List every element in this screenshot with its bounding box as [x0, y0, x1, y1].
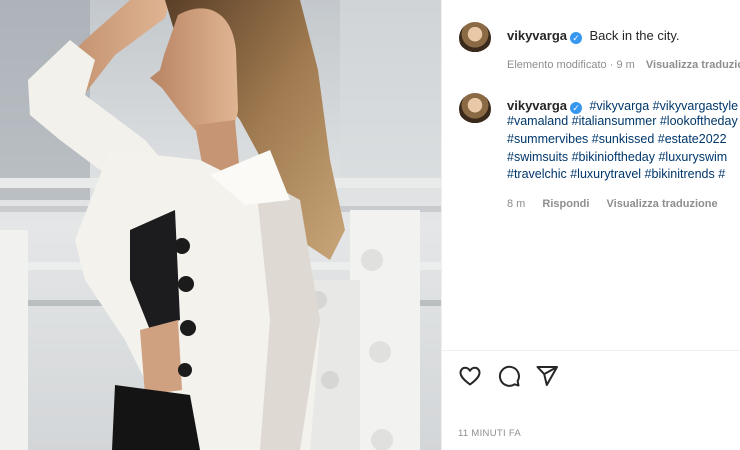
reply-button[interactable]: Rispondi — [542, 198, 589, 210]
author-username[interactable]: vikyvarga — [507, 28, 567, 43]
post-caption: Back in the city. — [589, 28, 680, 43]
actions-divider — [442, 350, 740, 351]
comment-first-line: vikyvarga ✓ #vikyvarga #vikyvargastyle — [507, 97, 738, 115]
comment-hashtags-line-5[interactable]: #travelchic #luxurytravel #bikinitrends … — [507, 167, 725, 181]
post-photo-illustration — [0, 0, 441, 450]
caption-age[interactable]: 9 m — [616, 59, 634, 71]
post-photo[interactable] — [0, 0, 441, 450]
post-side-panel: vikyvarga ✓ Back in the city. Elemento mo… — [441, 0, 740, 450]
comment-hashtags-line-4[interactable]: #swimsuits #bikinioftheday #luxuryswim — [507, 150, 727, 164]
comment-translate-link[interactable]: Visualizza traduzione — [607, 198, 718, 210]
comment-meta: 8 m Rispondi Visualizza traduzione — [507, 198, 718, 210]
comment-verified-badge-icon: ✓ — [570, 102, 582, 114]
caption-translate-link[interactable]: Visualizza traduzione — [646, 59, 740, 71]
comment-icon[interactable] — [497, 364, 521, 388]
author-avatar[interactable] — [459, 22, 491, 54]
comment-age[interactable]: 8 m — [507, 198, 525, 210]
comment-hashtags-line-3[interactable]: #summervibes #sunkissed #estate2022 — [507, 132, 727, 146]
share-icon[interactable] — [535, 364, 559, 388]
verified-badge-icon: ✓ — [570, 32, 582, 44]
comment-author-username[interactable]: vikyvarga — [507, 98, 567, 113]
caption-meta: Elemento modificato · 9 m Visualizza tra… — [507, 59, 740, 71]
comment-author-avatar[interactable] — [459, 93, 491, 125]
comment-hashtags-line-1[interactable]: #vikyvarga #vikyvargastyle — [589, 99, 738, 113]
edited-label: Elemento modificato — [507, 59, 607, 71]
heart-icon[interactable] — [458, 364, 482, 388]
post-timestamp: 11 MINUTI FA — [458, 428, 522, 439]
comment-hashtags-line-2[interactable]: #vamaland #italiansummer #lookoftheday — [507, 114, 738, 128]
caption-line: vikyvarga ✓ Back in the city. — [507, 27, 680, 45]
